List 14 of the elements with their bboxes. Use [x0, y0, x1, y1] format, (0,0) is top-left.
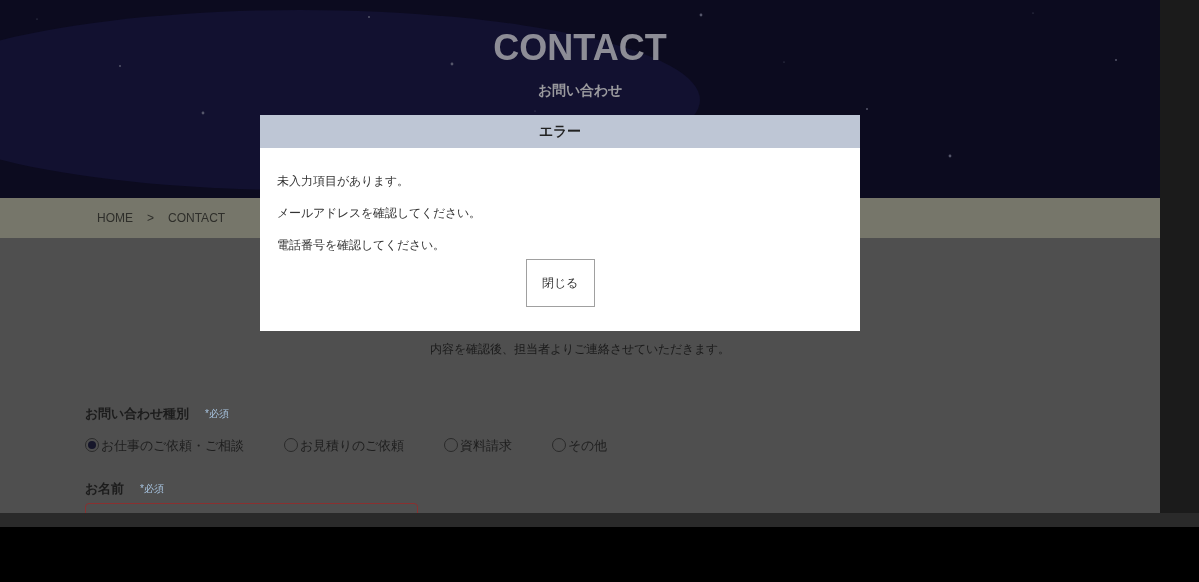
error-message: 未入力項目があります。 — [277, 173, 410, 190]
dialog-title: エラー — [260, 115, 860, 148]
horizontal-scrollbar[interactable] — [0, 513, 1199, 527]
page-subtitle: お問い合わせ — [538, 81, 622, 100]
breadcrumb-separator: > — [147, 210, 154, 227]
required-label: *必須 — [205, 407, 229, 422]
page-title: CONTACT — [493, 28, 667, 68]
breadcrumb-link[interactable]: HOME — [97, 209, 133, 227]
breadcrumb-link[interactable]: CONTACT — [168, 209, 226, 227]
error-message: メールアドレスを確認してください。 — [277, 205, 482, 222]
error-message: 電話番号を確認してください。 — [277, 237, 446, 254]
vertical-scrollbar[interactable] — [1160, 0, 1199, 513]
required-label: *必須 — [140, 482, 164, 497]
close-button[interactable]: 閉じる — [525, 259, 595, 307]
